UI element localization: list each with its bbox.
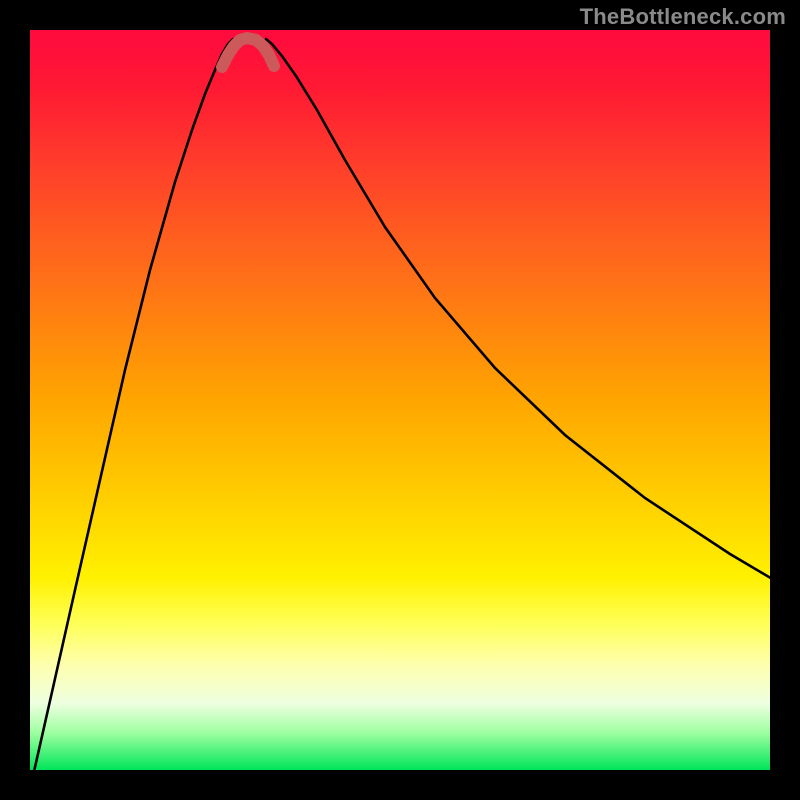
bottleneck-curve: [30, 30, 770, 770]
curve-valley-u: [222, 38, 274, 67]
watermark-text: TheBottleneck.com: [580, 4, 786, 30]
curve-left-branch: [33, 39, 233, 770]
curve-right-branch: [266, 39, 770, 580]
chart-frame: TheBottleneck.com: [0, 0, 800, 800]
plot-area: [30, 30, 770, 770]
